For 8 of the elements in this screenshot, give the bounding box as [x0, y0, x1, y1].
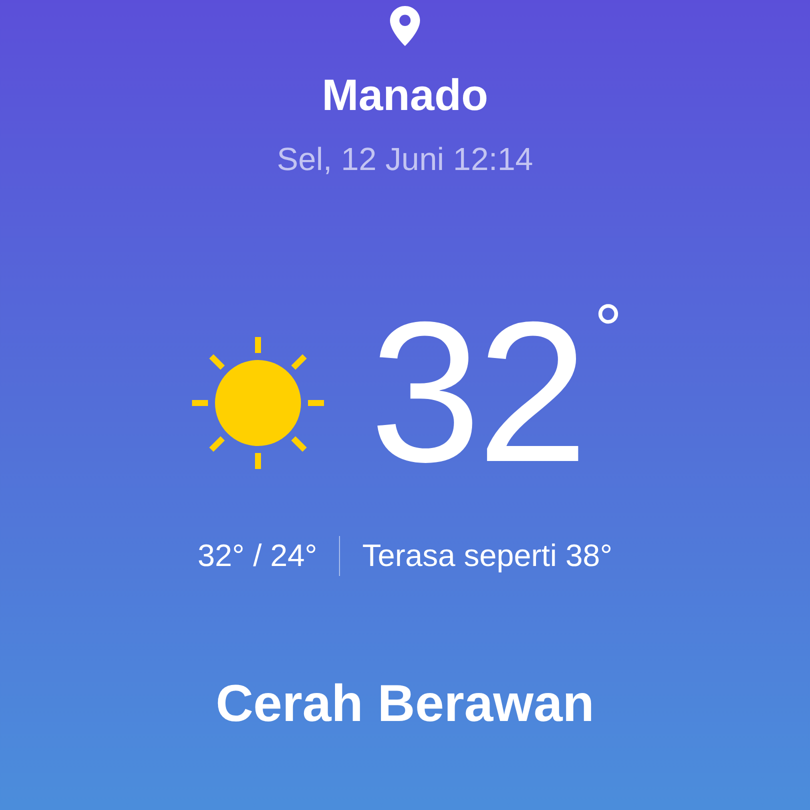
date-time: Sel, 12 Juni 12:14 — [276, 142, 534, 178]
feels-like-temperature: Terasa seperti 38° — [362, 536, 612, 574]
weather-condition: Cerah Berawan — [216, 676, 594, 733]
city-name: Manado — [322, 72, 488, 120]
location-pin-icon — [390, 6, 420, 46]
temperature: 32 — [370, 308, 584, 478]
degree-symbol: ° — [594, 294, 622, 364]
high-low-temperature: 32° / 24° — [198, 536, 318, 574]
